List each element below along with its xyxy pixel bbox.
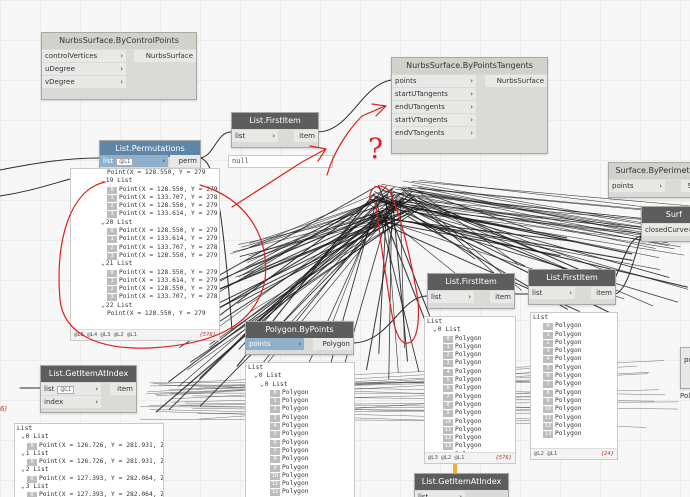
annotation-arrowhead-stroke — [371, 103, 387, 117]
annotation-circle-stroke — [58, 181, 267, 349]
graph-canvas[interactable]: NurbsSurface.ByControlPoints controlVert… — [0, 0, 690, 497]
annotation-loop-stroke — [369, 185, 420, 344]
red-annotation-overlay: ? — [58, 103, 420, 349]
annotation-arrow-stroke — [231, 148, 327, 208]
question-mark-annotation: ? — [368, 132, 383, 165]
